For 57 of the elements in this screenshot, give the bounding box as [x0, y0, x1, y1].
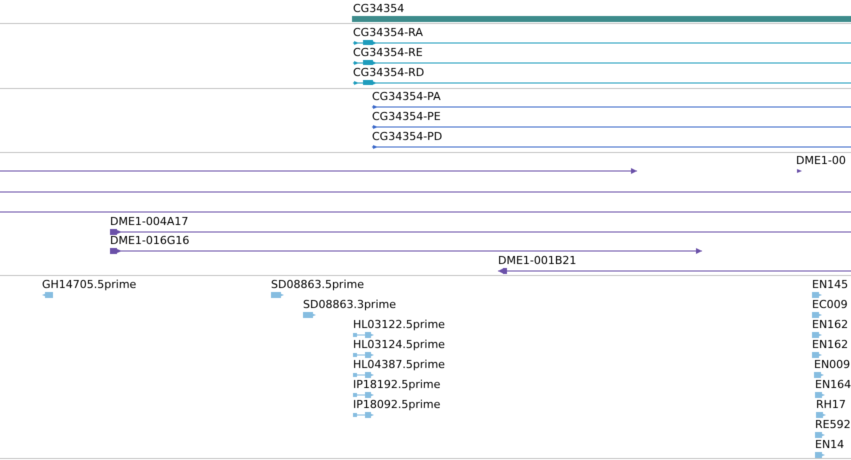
est-glyph[interactable]: [303, 312, 316, 318]
feature-label: CG34354-RD: [353, 66, 424, 79]
feature-label: CG34354-RA: [353, 26, 423, 39]
protein-glyph[interactable]: [372, 105, 851, 109]
clone-glyph[interactable]: [110, 248, 702, 254]
clone-glyph[interactable]: [498, 268, 851, 274]
feature-label: DME1-004A17: [110, 215, 188, 228]
est-glyph[interactable]: [815, 392, 825, 398]
clone-glyph[interactable]: [797, 169, 802, 173]
protein-glyph[interactable]: [372, 145, 851, 149]
clone-glyph[interactable]: [0, 168, 637, 174]
transcript-glyph[interactable]: [353, 80, 851, 85]
feature-label: EN145: [812, 278, 848, 291]
feature-label: CG34354-RE: [353, 46, 423, 59]
est-glyph[interactable]: [353, 352, 374, 358]
feature-label: EN14: [815, 438, 844, 451]
feature-label: DME1-001B21: [498, 254, 576, 267]
feature-label: HL03122.5prime: [353, 318, 445, 331]
protein-glyph[interactable]: [372, 125, 851, 129]
feature-label: HL03124.5prime: [353, 338, 445, 351]
est-glyph[interactable]: [271, 292, 284, 298]
transcript-glyph[interactable]: [353, 60, 851, 65]
feature-label: IP18092.5prime: [353, 398, 440, 411]
est-glyph[interactable]: [812, 292, 822, 298]
feature-label: RH17: [816, 398, 846, 411]
est-glyph[interactable]: [815, 432, 825, 438]
feature-label: HL04387.5prime: [353, 358, 445, 371]
feature-label: EC009: [812, 298, 848, 311]
feature-label: GH14705.5prime: [42, 278, 136, 291]
est-glyph[interactable]: [353, 412, 374, 418]
est-glyph[interactable]: [812, 312, 822, 318]
feature-label: DME1-016G16: [110, 234, 190, 247]
feature-label: CG34354-PD: [372, 130, 442, 143]
feature-label: CG34354-PE: [372, 110, 441, 123]
est-glyph[interactable]: [814, 372, 824, 378]
transcript-glyph[interactable]: [353, 40, 851, 45]
est-glyph[interactable]: [353, 332, 374, 338]
est-glyph[interactable]: [353, 372, 374, 378]
feature-label: CG34354: [353, 2, 404, 15]
feature-label: CG34354-PA: [372, 90, 441, 103]
feature-label: SD08863.5prime: [271, 278, 364, 291]
feature-label: EN162: [812, 338, 848, 351]
feature-label: DME1-00: [796, 154, 846, 167]
est-glyph[interactable]: [353, 392, 374, 398]
feature-label: EN009: [814, 358, 850, 371]
feature-label: EN162: [812, 318, 848, 331]
gene-bar[interactable]: [352, 16, 851, 22]
est-glyph[interactable]: [812, 332, 822, 338]
est-glyph[interactable]: [816, 412, 826, 418]
est-glyph[interactable]: [812, 352, 822, 358]
est-glyph[interactable]: [42, 292, 53, 298]
feature-label: EN164: [815, 378, 851, 391]
est-glyph[interactable]: [815, 452, 825, 458]
feature-label: SD08863.3prime: [303, 298, 396, 311]
clone-glyph[interactable]: [110, 229, 851, 235]
feature-label: RE592: [815, 418, 851, 431]
feature-label: IP18192.5prime: [353, 378, 440, 391]
